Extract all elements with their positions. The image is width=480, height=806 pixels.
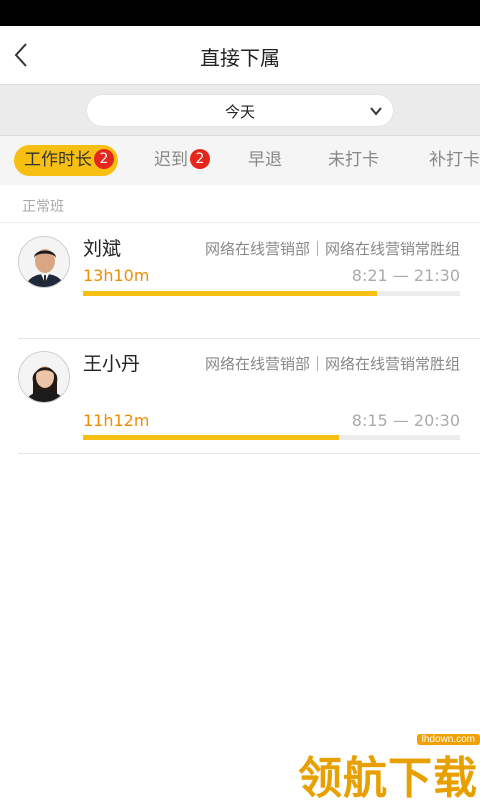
watermark-logo: 领航下载 lhdown.com <box>298 734 480 804</box>
progress-fill <box>83 435 340 440</box>
count-badge: 2 <box>94 149 114 169</box>
section-header: 正常班 <box>0 185 480 223</box>
watermark-url: lhdown.com <box>416 734 480 745</box>
avatar <box>18 351 70 403</box>
date-dropdown[interactable]: 今天 <box>86 94 394 127</box>
watermark-text: 领航下载 <box>298 753 478 804</box>
progress-track <box>83 291 460 296</box>
tab-label: 早退 <box>248 150 282 170</box>
tab-late[interactable]: 迟到 2 <box>154 145 210 176</box>
employee-row[interactable]: 王小丹 网络在线营销部｜网络在线营销常胜组 11h12m 8:15 — 20:3… <box>18 339 480 454</box>
employee-department: 网络在线营销部｜网络在线营销常胜组 <box>204 355 460 373</box>
employee-name: 刘斌 <box>83 238 122 260</box>
punch-time-range: 8:15 — 20:30 <box>351 411 460 430</box>
tab-no-punch[interactable]: 未打卡 <box>328 145 379 176</box>
tab-label: 补打卡 <box>429 150 480 170</box>
page-title: 直接下属 <box>200 46 280 70</box>
work-duration: 13h10m <box>83 266 150 285</box>
female-avatar-icon <box>19 352 69 402</box>
section-title: 正常班 <box>22 199 64 215</box>
progress-fill <box>83 291 378 296</box>
tab-leave-early[interactable]: 早退 <box>248 145 282 176</box>
employee-department: 网络在线营销部｜网络在线营销常胜组 <box>204 240 460 258</box>
date-filter-bar: 今天 <box>0 84 480 136</box>
work-duration: 11h12m <box>83 411 150 430</box>
attendance-tabs: 工作时长 2 迟到 2 早退 未打卡 补打卡 <box>0 136 480 185</box>
employee-row[interactable]: 刘斌 网络在线营销部｜网络在线营销常胜组 13h10m 8:21 — 21:30 <box>18 224 480 339</box>
tab-work-hours[interactable]: 工作时长 2 <box>14 145 118 176</box>
tab-label: 迟到 <box>154 150 188 170</box>
tab-supplement-punch[interactable]: 补打卡 <box>429 145 480 176</box>
chevron-down-icon <box>370 107 382 116</box>
navigation-bar: 直接下属 <box>0 26 480 84</box>
avatar <box>18 236 70 288</box>
employee-name: 王小丹 <box>83 353 141 375</box>
punch-time-range: 8:21 — 21:30 <box>351 266 460 285</box>
count-badge: 2 <box>190 149 210 169</box>
tab-label: 工作时长 <box>24 150 92 170</box>
male-avatar-icon <box>19 237 69 287</box>
status-bar <box>0 0 480 26</box>
tab-label: 未打卡 <box>328 150 379 170</box>
date-dropdown-value: 今天 <box>224 103 255 121</box>
progress-track <box>83 435 460 440</box>
